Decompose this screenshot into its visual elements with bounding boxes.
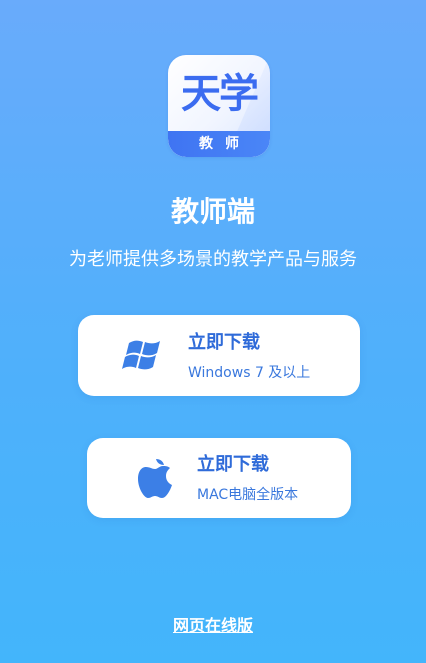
page-subtitle: 为老师提供多场景的教学产品与服务 [69, 249, 357, 270]
logo-main-text: 天学 [181, 71, 259, 117]
mac-download-button[interactable]: 立即下载 MAC电脑全版本 [87, 438, 351, 518]
windows-download-button[interactable]: 立即下载 Windows 7 及以上 [78, 315, 360, 396]
mac-download-label: 立即下载 [197, 454, 269, 475]
logo-band-text: 教师 [168, 131, 270, 157]
page-title: 教师端 [170, 195, 255, 228]
windows-version-text: Windows 7 及以上 [188, 365, 311, 381]
apple-icon [138, 459, 172, 498]
app-logo: 天学 教师 [168, 55, 270, 157]
mac-version-text: MAC电脑全版本 [197, 487, 299, 503]
web-version-link[interactable]: 网页在线版 [0, 614, 426, 638]
windows-download-label: 立即下载 [188, 332, 260, 353]
windows-icon [122, 340, 160, 370]
